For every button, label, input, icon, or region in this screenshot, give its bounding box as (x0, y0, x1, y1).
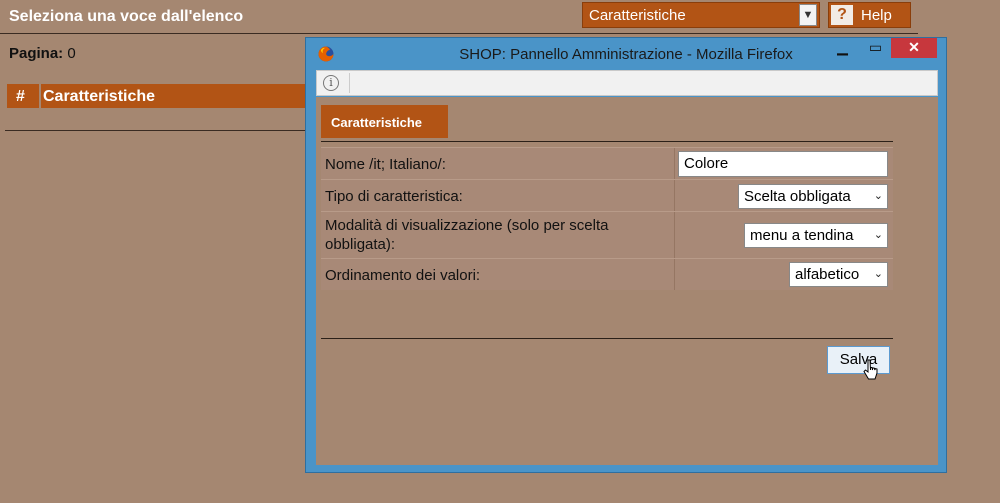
minimize-button[interactable]: ▁ (829, 38, 856, 58)
form-top-rule (321, 141, 893, 142)
form-row-order: Ordinamento dei valori: alfabetico ⌄ (321, 258, 893, 290)
chevron-down-icon: ⌄ (873, 229, 883, 241)
form-bottom-rule (321, 338, 893, 339)
column-divider (674, 148, 675, 179)
order-select-value: alfabetico (795, 266, 860, 283)
type-select[interactable]: Scelta obbligata ⌄ (738, 184, 888, 209)
display-select-value: menu a tendina (750, 227, 854, 244)
tab-caratteristiche[interactable]: Caratteristiche (321, 105, 448, 138)
top-bar: Seleziona una voce dall'elenco Caratteri… (0, 0, 918, 34)
list-header-label: Caratteristiche (43, 88, 156, 105)
order-label: Ordinamento dei valori: (325, 267, 481, 284)
page-label: Pagina: (9, 45, 64, 62)
window-title-bar[interactable]: SHOP: Pannello Amministrazione - Mozilla… (306, 38, 946, 68)
close-button[interactable]: ✕ (891, 38, 937, 58)
chevron-down-icon: ⌄ (873, 190, 883, 202)
order-select[interactable]: alfabetico ⌄ (789, 262, 888, 287)
page-indicator: Pagina: 0 (9, 45, 76, 62)
column-divider (674, 259, 675, 290)
save-button[interactable]: Salva (827, 346, 890, 374)
close-icon: ✕ (908, 39, 920, 55)
list-header-hash: # (16, 88, 25, 105)
name-input[interactable]: Colore (678, 151, 888, 177)
section-select-value: Caratteristiche (589, 7, 686, 24)
question-icon: ? (831, 5, 853, 25)
maximize-button[interactable]: ▭ (862, 38, 889, 58)
info-icon[interactable]: i (323, 75, 339, 91)
page-value: 0 (67, 45, 76, 62)
popup-content: Caratteristiche Nome /it; Italiano/: Col… (316, 97, 938, 465)
firefox-popup-window: SHOP: Pannello Amministrazione - Mozilla… (305, 37, 947, 473)
chevron-down-icon[interactable]: ▼ (799, 4, 817, 26)
name-label: Nome /it; Italiano/: (325, 156, 446, 173)
mouse-pointer-icon (863, 359, 878, 380)
help-button[interactable]: ? Help (828, 2, 911, 28)
address-bar[interactable]: i (316, 70, 938, 96)
display-select[interactable]: menu a tendina ⌄ (744, 223, 888, 248)
page-title: Seleziona una voce dall'elenco (9, 8, 244, 25)
divider (5, 130, 305, 131)
address-bar-divider (349, 73, 350, 93)
section-select[interactable]: Caratteristiche ▼ (582, 2, 820, 28)
column-divider (674, 212, 675, 258)
list-header-divider (39, 84, 41, 108)
help-label: Help (861, 7, 892, 24)
form-row-display: Modalità di visualizzazione (solo per sc… (321, 211, 893, 258)
form-row-name: Nome /it; Italiano/: Colore (321, 147, 893, 179)
display-label: Modalità di visualizzazione (solo per sc… (325, 217, 609, 253)
type-label: Tipo di caratteristica: (325, 188, 463, 205)
minimize-icon: ▁ (837, 39, 848, 55)
form-row-type: Tipo di caratteristica: Scelta obbligata… (321, 179, 893, 211)
maximize-icon: ▭ (868, 39, 883, 55)
type-select-value: Scelta obbligata (744, 188, 851, 205)
chevron-down-icon: ⌄ (873, 268, 883, 280)
list-header: # Caratteristiche (7, 84, 305, 108)
column-divider (674, 180, 675, 211)
